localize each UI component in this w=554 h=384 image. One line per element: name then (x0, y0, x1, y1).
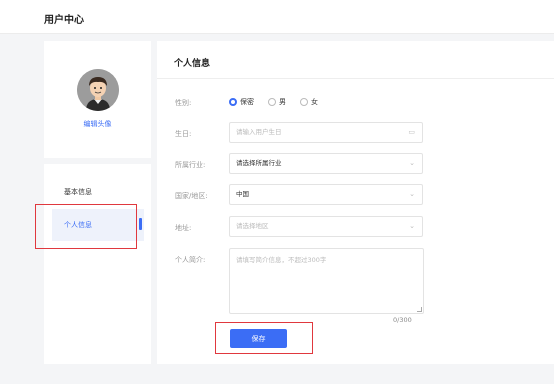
divider (157, 78, 554, 79)
top-bar: 用户中心 (0, 0, 554, 34)
address-label: 地址: (175, 224, 192, 232)
radio-label: 男 (279, 98, 286, 106)
bio-char-counter: 0/300 (393, 316, 412, 324)
country-select[interactable]: 中国 ⌄ (229, 184, 423, 205)
radio-dot (268, 98, 276, 106)
section-title: 个人信息 (174, 59, 211, 69)
bio-label: 个人简介: (175, 256, 206, 264)
profile-card: 编辑头像 (44, 41, 151, 158)
radio-label: 保密 (240, 98, 254, 106)
gender-radio-female[interactable]: 女 (300, 97, 318, 107)
resize-handle-icon[interactable] (417, 307, 422, 312)
industry-label: 所属行业: (175, 161, 206, 169)
personal-info-panel: 个人信息 性别: 保密 男 女 生日: 请输入用户生日 ▭ 所属行业: 请选择所… (157, 41, 554, 364)
bio-placeholder: 请填写简介信息，不超过300字 (236, 256, 327, 264)
active-indicator (139, 218, 142, 230)
birthday-label: 生日: (175, 130, 192, 138)
country-value: 中国 (236, 190, 249, 198)
highlight-box-save (215, 322, 313, 354)
sidebar-nav: 基本信息 个人信息 (44, 164, 151, 364)
radio-dot (229, 98, 237, 106)
birthday-input[interactable]: 请输入用户生日 ▭ (229, 122, 423, 143)
country-label: 国家/地区: (175, 192, 208, 200)
address-select[interactable]: 请选择地区 ⌄ (229, 216, 423, 237)
calendar-icon: ▭ (408, 128, 415, 136)
radio-label: 女 (311, 98, 318, 106)
bio-textarea[interactable]: 请填写简介信息，不超过300字 (229, 248, 424, 314)
industry-value: 请选择所属行业 (236, 159, 282, 167)
edit-avatar-link[interactable]: 编辑头像 (44, 119, 151, 129)
industry-select[interactable]: 请选择所属行业 ⌄ (229, 153, 423, 174)
gender-radio-secret[interactable]: 保密 (229, 97, 254, 107)
chevron-down-icon: ⌄ (409, 222, 415, 230)
gender-label: 性别: (175, 99, 192, 107)
chevron-down-icon: ⌄ (409, 159, 415, 167)
avatar[interactable] (77, 69, 119, 111)
gender-radio-group: 保密 男 女 (229, 97, 332, 107)
radio-dot (300, 98, 308, 106)
chevron-down-icon: ⌄ (409, 190, 415, 198)
highlight-box-sidebar (35, 204, 137, 249)
page-title: 用户中心 (44, 15, 84, 26)
gender-radio-male[interactable]: 男 (268, 97, 286, 107)
address-placeholder: 请选择地区 (236, 222, 269, 230)
birthday-placeholder: 请输入用户生日 (236, 128, 282, 136)
